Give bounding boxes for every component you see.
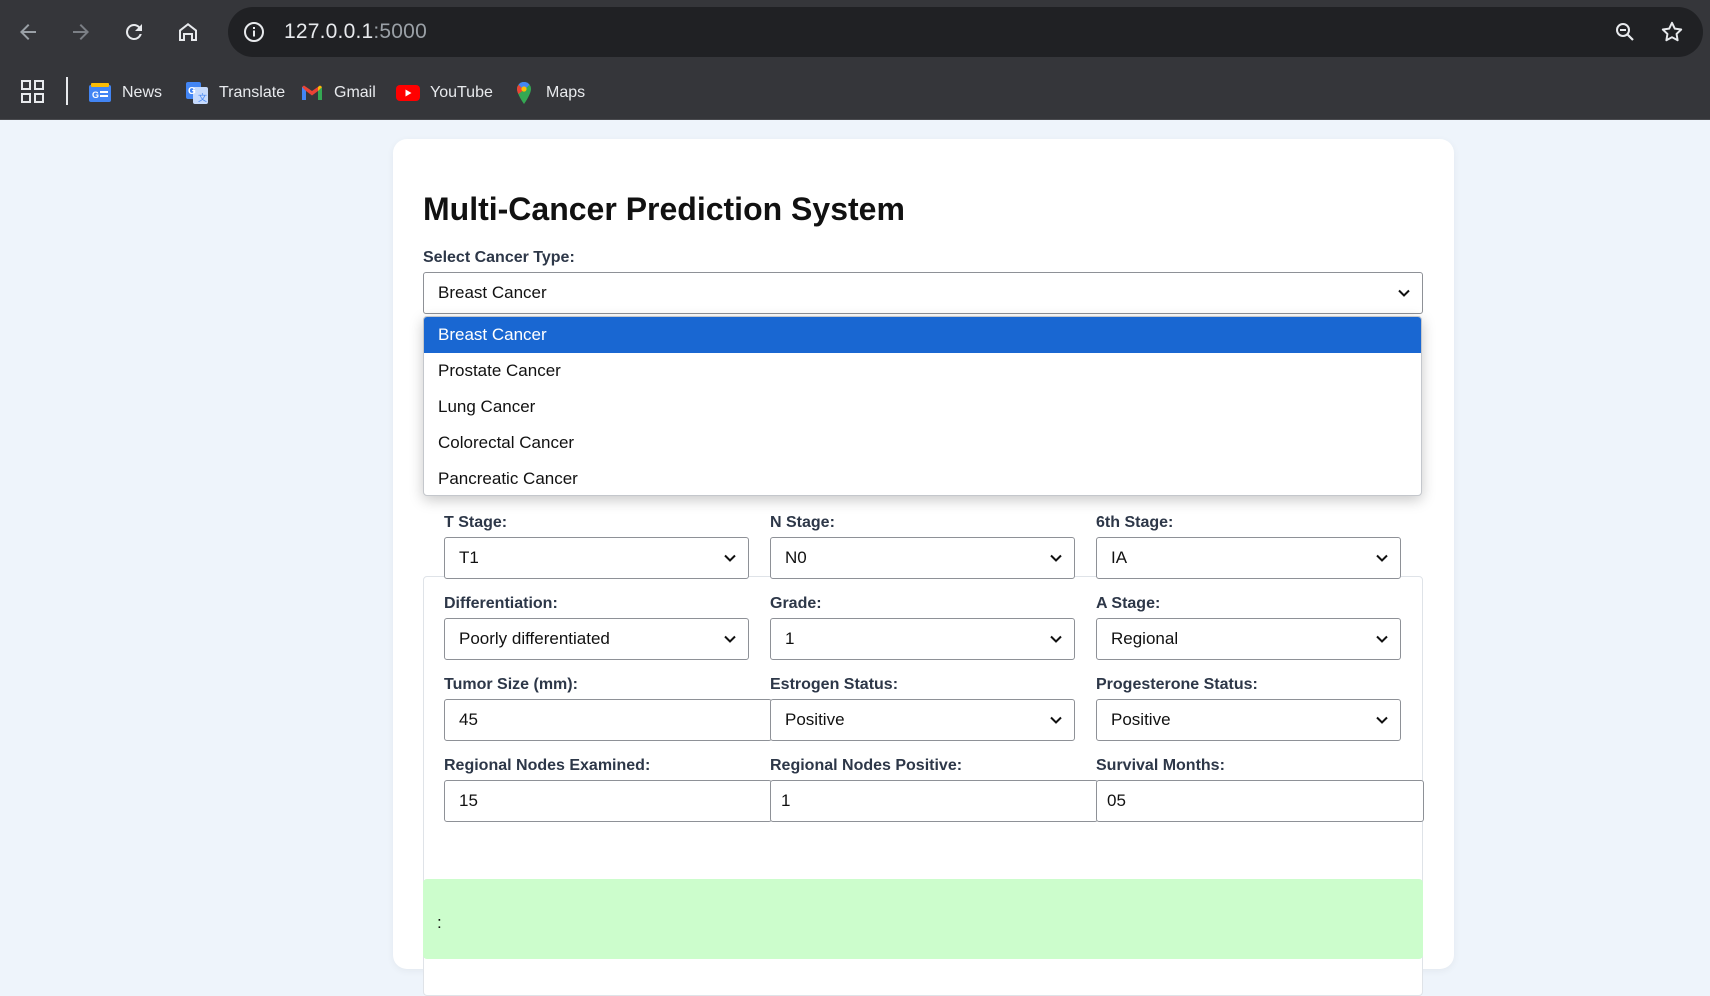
estrogen-status-select[interactable]: Positive bbox=[770, 699, 1075, 741]
tumor-size-label: Tumor Size (mm): bbox=[444, 676, 578, 693]
estrogen-status-label: Estrogen Status: bbox=[770, 676, 899, 693]
svg-text:G: G bbox=[188, 86, 196, 97]
address-bar[interactable]: 127.0.0.1:5000 bbox=[228, 7, 1703, 57]
progesterone-status-select[interactable]: Positive bbox=[1096, 699, 1401, 741]
cancer-type-select[interactable]: Breast Cancer bbox=[423, 272, 1423, 314]
t-stage-select[interactable]: T1 bbox=[444, 537, 749, 579]
n-stage-select[interactable]: N0 bbox=[770, 537, 1075, 579]
chevron-down-icon bbox=[724, 635, 736, 643]
prediction-result-panel: : bbox=[423, 879, 1423, 959]
bookmarks-separator bbox=[66, 77, 68, 105]
grade-value: 1 bbox=[785, 629, 795, 648]
nodes-examined-input[interactable]: 15 bbox=[444, 780, 772, 822]
progesterone-status-value: Positive bbox=[1111, 710, 1171, 729]
differentiation-value: Poorly differentiated bbox=[459, 629, 610, 648]
svg-text:文: 文 bbox=[198, 92, 207, 103]
chevron-down-icon bbox=[1050, 554, 1062, 562]
google-news-icon: G bbox=[89, 83, 111, 102]
chevron-down-icon bbox=[1050, 635, 1062, 643]
prediction-result-text: : bbox=[437, 913, 442, 932]
option-colorectal-cancer[interactable]: Colorectal Cancer bbox=[424, 425, 1421, 461]
gmail-icon bbox=[302, 85, 322, 100]
n-stage-label: N Stage: bbox=[770, 514, 835, 531]
tumor-size-input[interactable]: 45 bbox=[444, 699, 772, 741]
bookmark-label: News bbox=[122, 84, 163, 101]
nodes-positive-label: Regional Nodes Positive: bbox=[770, 757, 963, 774]
sixth-stage-label: 6th Stage: bbox=[1096, 514, 1174, 531]
t-stage-label: T Stage: bbox=[444, 514, 508, 531]
back-arrow-icon bbox=[20, 24, 36, 40]
maps-icon bbox=[517, 82, 531, 104]
bookmark-gmail[interactable]: Gmail bbox=[300, 66, 376, 120]
grade-select[interactable]: 1 bbox=[770, 618, 1075, 660]
a-stage-value: Regional bbox=[1111, 629, 1179, 648]
option-breast-cancer[interactable]: Breast Cancer bbox=[424, 317, 1421, 353]
sixth-stage-select[interactable]: IA bbox=[1096, 537, 1401, 579]
bookmark-translate[interactable]: G文 Translate bbox=[185, 66, 285, 120]
zoom-icon[interactable] bbox=[1613, 20, 1637, 44]
nodes-positive-input[interactable]: 1 bbox=[770, 780, 1098, 822]
home-button[interactable] bbox=[170, 14, 206, 50]
reload-icon bbox=[126, 23, 142, 40]
bookmark-label: YouTube bbox=[430, 84, 493, 101]
chevron-down-icon bbox=[724, 554, 736, 562]
apps-grid-icon[interactable] bbox=[20, 79, 46, 105]
nodes-positive-value: 1 bbox=[781, 791, 791, 810]
differentiation-label: Differentiation: bbox=[444, 595, 558, 612]
differentiation-select[interactable]: Poorly differentiated bbox=[444, 618, 749, 660]
estrogen-status-value: Positive bbox=[785, 710, 845, 729]
survival-months-label: Survival Months: bbox=[1096, 757, 1225, 774]
bookmark-youtube[interactable]: YouTube bbox=[396, 66, 493, 120]
chevron-down-icon bbox=[1398, 289, 1410, 297]
google-translate-icon: G文 bbox=[186, 82, 208, 104]
chevron-down-icon bbox=[1376, 716, 1388, 724]
sixth-stage-value: IA bbox=[1111, 548, 1128, 567]
back-button[interactable] bbox=[10, 14, 46, 50]
option-prostate-cancer[interactable]: Prostate Cancer bbox=[424, 353, 1421, 389]
youtube-icon bbox=[396, 85, 420, 101]
bookmark-star-icon[interactable] bbox=[1659, 19, 1685, 45]
svg-text:G: G bbox=[92, 90, 99, 100]
url-text: 127.0.0.1:5000 bbox=[284, 20, 427, 43]
option-pancreatic-cancer[interactable]: Pancreatic Cancer bbox=[424, 461, 1421, 495]
bookmark-maps[interactable]: Maps bbox=[512, 66, 585, 120]
reload-button[interactable] bbox=[116, 14, 152, 50]
progesterone-status-label: Progesterone Status: bbox=[1096, 676, 1258, 693]
survival-months-input[interactable]: 05 bbox=[1096, 780, 1424, 822]
nodes-examined-label: Regional Nodes Examined: bbox=[444, 757, 651, 774]
bookmark-news[interactable]: G News bbox=[88, 66, 162, 120]
a-stage-select[interactable]: Regional bbox=[1096, 618, 1401, 660]
browser-toolbar: 127.0.0.1:5000 bbox=[0, 0, 1710, 66]
forward-arrow-icon bbox=[73, 24, 89, 40]
a-stage-label: A Stage: bbox=[1096, 595, 1161, 612]
cancer-type-label: Select Cancer Type: bbox=[423, 249, 575, 266]
site-info-icon[interactable] bbox=[242, 20, 266, 44]
bookmark-label: Maps bbox=[546, 84, 586, 101]
t-stage-value: T1 bbox=[459, 548, 479, 567]
chevron-down-icon bbox=[1376, 554, 1388, 562]
cancer-type-dropdown-list: Breast Cancer Prostate Cancer Lung Cance… bbox=[423, 316, 1422, 496]
bookmarks-bar: G News G文 Translate Gmail YouTube Maps bbox=[0, 66, 1710, 120]
option-lung-cancer[interactable]: Lung Cancer bbox=[424, 389, 1421, 425]
forward-button[interactable] bbox=[63, 14, 99, 50]
home-icon bbox=[179, 23, 197, 41]
survival-months-value: 05 bbox=[1107, 791, 1126, 810]
nodes-examined-value: 15 bbox=[459, 791, 478, 810]
tumor-size-value: 45 bbox=[459, 710, 478, 729]
grade-label: Grade: bbox=[770, 595, 822, 612]
main-card: Multi-Cancer Prediction System Select Ca… bbox=[393, 139, 1454, 996]
chevron-down-icon bbox=[1376, 635, 1388, 643]
page-title: Multi-Cancer Prediction System bbox=[423, 191, 905, 227]
bookmark-label: Translate bbox=[219, 84, 286, 101]
cancer-type-value: Breast Cancer bbox=[438, 283, 547, 302]
chevron-down-icon bbox=[1050, 716, 1062, 724]
bookmark-label: Gmail bbox=[334, 84, 376, 101]
browser-chrome: 127.0.0.1:5000 G News G文 Translate Gmail… bbox=[0, 0, 1710, 120]
n-stage-value: N0 bbox=[785, 548, 807, 567]
